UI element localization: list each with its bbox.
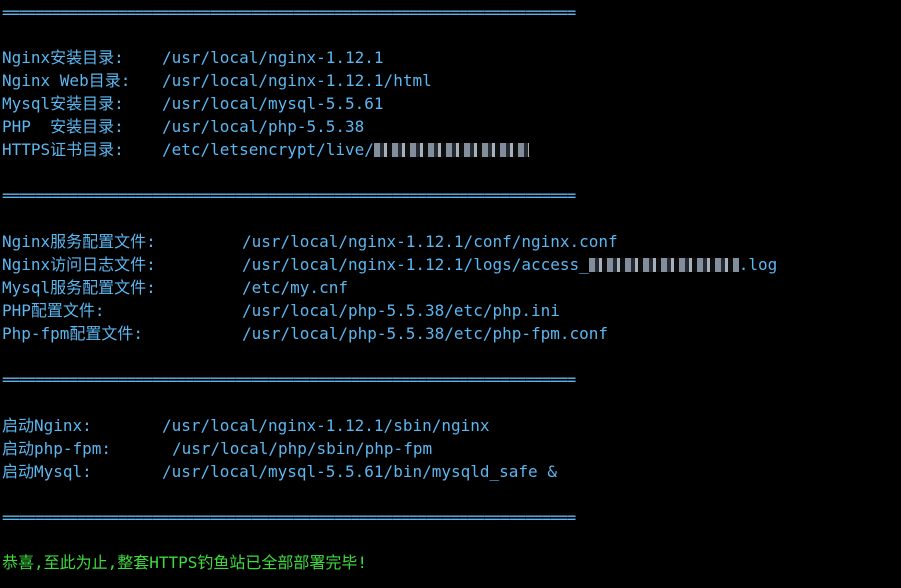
info-label: Nginx安装目录: — [2, 48, 124, 67]
info-value: /usr/local/php/sbin/php-fpm — [172, 439, 433, 458]
info-row: 启动php-fpm: /usr/local/php/sbin/php-fpm — [2, 438, 882, 460]
info-row: Php-fpm配置文件: /usr/local/php-5.5.38/etc/p… — [2, 323, 882, 345]
info-row: Nginx访问日志文件: /usr/local/nginx-1.12.1/log… — [2, 254, 882, 276]
info-row: 启动Nginx: /usr/local/nginx-1.12.1/sbin/ng… — [2, 415, 882, 437]
info-row: Nginx服务配置文件: /usr/local/nginx-1.12.1/con… — [2, 231, 882, 253]
log-suffix: .log — [738, 255, 778, 274]
log-path: /usr/local/nginx-1.12.1/logs/access_ — [242, 255, 589, 274]
info-label: Mysql安装目录: — [2, 94, 124, 113]
info-value: /usr/local/nginx-1.12.1/sbin/nginx — [162, 416, 490, 435]
terminal-output: ========================================… — [0, 0, 901, 588]
info-row: Nginx安装目录: /usr/local/nginx-1.12.1 — [2, 47, 882, 69]
info-value: /usr/local/php-5.5.38 — [162, 117, 365, 136]
info-label: Php-fpm配置文件: — [2, 324, 144, 343]
info-row: Mysql安装目录: /usr/local/mysql-5.5.61 — [2, 93, 882, 115]
info-label: Mysql服务配置文件: — [2, 278, 156, 297]
info-value: /usr/local/php-5.5.38/etc/php.ini — [242, 301, 560, 320]
info-value: /usr/local/nginx-1.12.1 — [162, 48, 384, 67]
info-row: PHP配置文件: /usr/local/php-5.5.38/etc/php.i… — [2, 300, 882, 322]
info-label: Nginx访问日志文件: — [2, 255, 156, 274]
info-row: 启动Mysql: /usr/local/mysql-5.5.61/bin/mys… — [2, 461, 882, 483]
separator-line: ========================================… — [2, 186, 576, 205]
success-message: 恭喜,至此为止,整套HTTPS钓鱼站已全部部署完毕! — [2, 553, 368, 572]
cert-path: /etc/letsencrypt/live/ — [162, 140, 374, 159]
separator-line: ========================================… — [2, 370, 576, 389]
info-label: 启动php-fpm: — [2, 439, 112, 458]
info-value: /usr/local/nginx-1.12.1/conf/nginx.conf — [242, 232, 618, 251]
info-value: /usr/local/nginx-1.12.1/logs/access_ .log — [242, 254, 777, 276]
info-label: PHP配置文件: — [2, 301, 105, 320]
info-label: 启动Nginx: — [2, 416, 92, 435]
info-label: Nginx Web目录: — [2, 71, 131, 90]
info-label: 启动Mysql: — [2, 462, 92, 481]
redacted-domain — [588, 258, 739, 272]
info-label: HTTPS证书目录: — [2, 140, 124, 159]
separator-line: ========================================… — [2, 3, 576, 22]
redacted-domain — [373, 143, 529, 157]
info-value: /usr/local/php-5.5.38/etc/php-fpm.conf — [242, 324, 609, 343]
info-value: /etc/letsencrypt/live/ — [162, 139, 529, 161]
info-value: /usr/local/mysql-5.5.61/bin/mysqld_safe … — [162, 462, 557, 481]
info-label: PHP 安装目录: — [2, 117, 124, 136]
separator-line: ========================================… — [2, 508, 576, 527]
info-row: HTTPS证书目录: /etc/letsencrypt/live/ — [2, 139, 882, 161]
info-row: PHP 安装目录: /usr/local/php-5.5.38 — [2, 116, 882, 138]
info-value: /usr/local/mysql-5.5.61 — [162, 94, 384, 113]
info-value: /usr/local/nginx-1.12.1/html — [162, 71, 432, 90]
info-value: /etc/my.cnf — [242, 278, 348, 297]
info-row: Nginx Web目录: /usr/local/nginx-1.12.1/htm… — [2, 70, 882, 92]
info-row: Mysql服务配置文件: /etc/my.cnf — [2, 277, 882, 299]
info-label: Nginx服务配置文件: — [2, 232, 156, 251]
